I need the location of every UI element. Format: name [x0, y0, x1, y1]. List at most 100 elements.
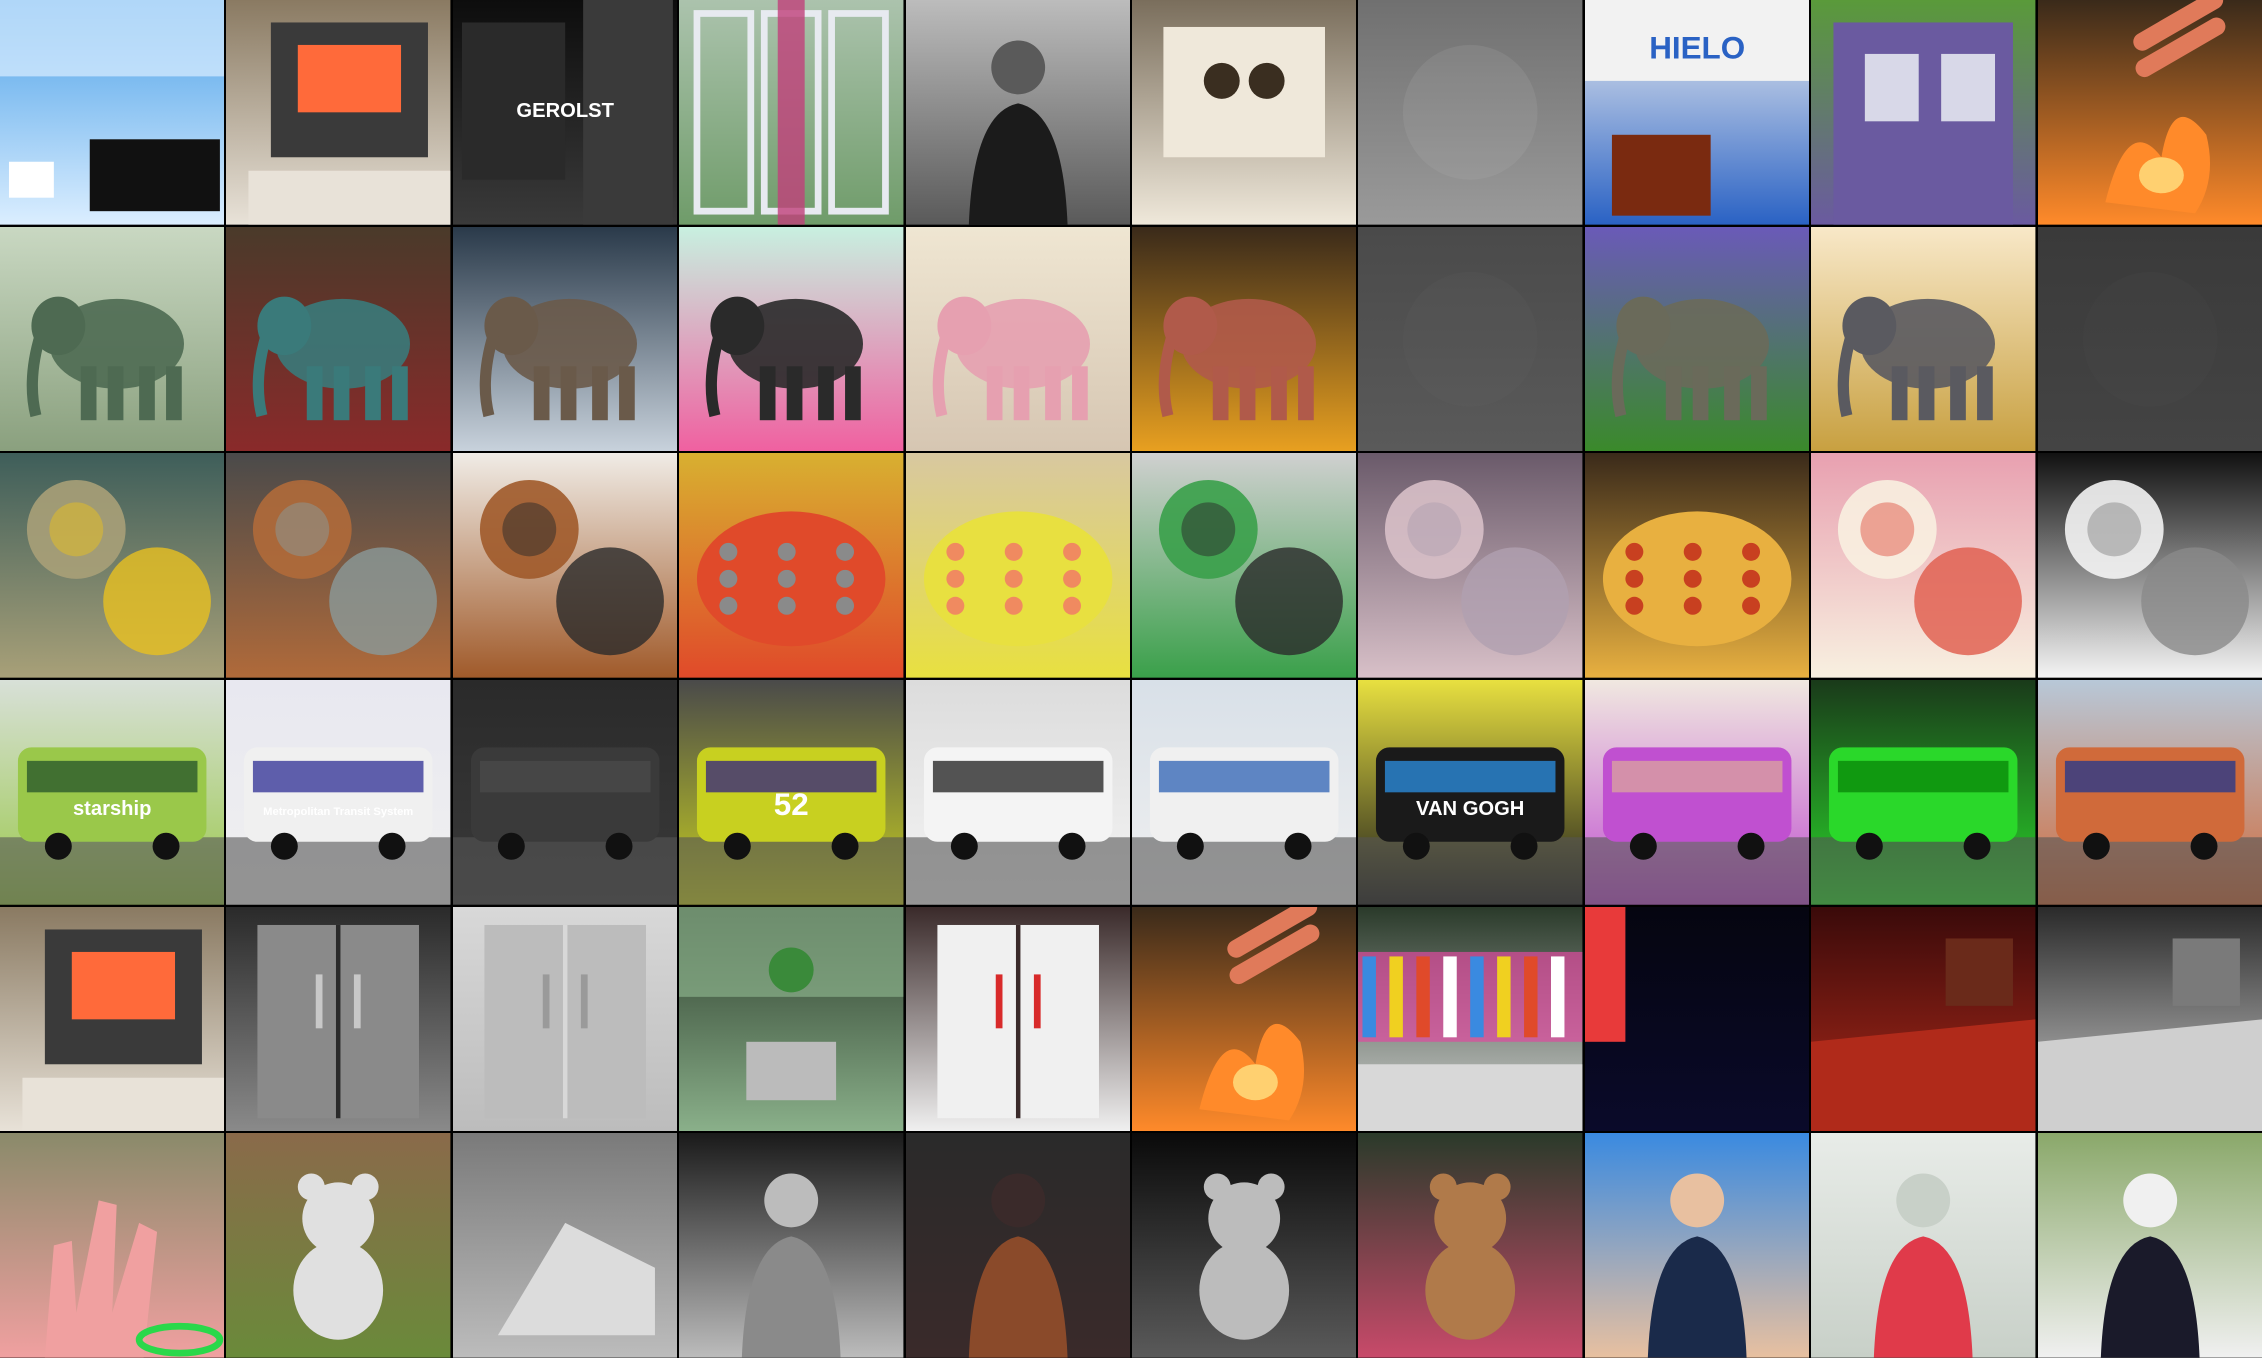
mosaic-tile: [1358, 0, 1583, 225]
mosaic-tile: [1811, 1133, 2036, 1358]
mosaic-tile: [1584, 906, 1810, 1132]
mosaic-tile: [1584, 226, 1810, 452]
mosaic-tile: [1584, 453, 1810, 678]
tile-image: [679, 0, 904, 225]
tile-image: [905, 906, 1130, 1132]
tile-image: [452, 906, 678, 1132]
mosaic-tile: [0, 453, 225, 678]
mosaic-tile: [1131, 226, 1357, 452]
mosaic-tile: [905, 680, 1130, 905]
tile-image: [1811, 1133, 2036, 1358]
tile-image: [905, 0, 1130, 225]
mosaic-tile: [905, 906, 1130, 1132]
mosaic-tile: [679, 0, 904, 225]
tile-image: [0, 0, 225, 225]
tile-image: [1358, 906, 1583, 1132]
tile-image: [226, 1133, 451, 1358]
mosaic-tile: [452, 680, 678, 905]
tile-image: [2037, 906, 2262, 1132]
mosaic-tile: [226, 0, 451, 225]
mosaic-tile: [1811, 906, 2036, 1132]
mosaic-tile: [1131, 453, 1357, 678]
mosaic-tile: [1811, 0, 2036, 225]
mosaic-tile: [452, 906, 678, 1132]
tile-image: GEROLST: [452, 0, 678, 225]
tile-image: [1358, 0, 1583, 225]
mosaic-tile: [2037, 0, 2262, 225]
tile-text: HIELO: [1649, 30, 1745, 65]
mosaic-tile: [679, 453, 904, 678]
mosaic-tile: [1811, 226, 2036, 452]
tile-image: [226, 453, 451, 678]
mosaic-tile: [905, 1133, 1130, 1358]
tile-image: [1584, 226, 1810, 452]
mosaic-tile: [905, 0, 1130, 225]
tile-image: [679, 453, 904, 678]
mosaic-tile: [0, 0, 225, 225]
tile-image: [2037, 0, 2262, 225]
mosaic-tile: [452, 226, 678, 452]
tile-image: [1584, 680, 1810, 905]
tile-image: [452, 226, 678, 452]
mosaic-tile: [905, 453, 1130, 678]
tile-text: Metropolitan Transit System: [264, 806, 414, 818]
tile-image: [1584, 453, 1810, 678]
mosaic-tile: starship: [0, 680, 225, 905]
mosaic-tile: [679, 1133, 904, 1358]
tile-image: [1131, 680, 1357, 905]
mosaic-tile: [452, 453, 678, 678]
tile-text: VAN GOGH: [1416, 798, 1524, 820]
tile-image: [2037, 226, 2262, 452]
mosaic-tile: [1358, 226, 1583, 452]
tile-image: [0, 906, 225, 1132]
tile-image: 52: [679, 680, 904, 905]
mosaic-tile: [226, 1133, 451, 1358]
tile-image: [905, 1133, 1130, 1358]
tile-image: [0, 1133, 225, 1358]
mosaic-tile: [1358, 453, 1583, 678]
mosaic-tile: [226, 453, 451, 678]
tile-image: HIELO: [1584, 0, 1810, 225]
mosaic-tile: [1584, 680, 1810, 905]
mosaic-tile: [0, 226, 225, 452]
mosaic-tile: [226, 906, 451, 1132]
tile-image: [1811, 906, 2036, 1132]
tile-image: [679, 1133, 904, 1358]
mosaic-tile: [2037, 906, 2262, 1132]
mosaic-tile: [2037, 226, 2262, 452]
tile-image: [1131, 906, 1357, 1132]
mosaic-tile: [2037, 1133, 2262, 1358]
mosaic-tile: [2037, 680, 2262, 905]
tile-image: [226, 0, 451, 225]
tile-image: [0, 226, 225, 452]
tile-image: [905, 680, 1130, 905]
mosaic-tile: [452, 1133, 678, 1358]
image-mosaic-grid: GEROLST HIELO starship Metropolitan Transit…: [0, 0, 2262, 1358]
tile-image: [2037, 453, 2262, 678]
mosaic-tile: [1131, 1133, 1357, 1358]
tile-image: [1811, 226, 2036, 452]
tile-image: [1131, 453, 1357, 678]
tile-image: VAN GOGH: [1358, 680, 1583, 905]
mosaic-tile: [2037, 453, 2262, 678]
tile-image: [1131, 1133, 1357, 1358]
tile-image: [452, 680, 678, 905]
tile-image: [1358, 453, 1583, 678]
mosaic-tile: [1131, 680, 1357, 905]
tile-image: [2037, 680, 2262, 905]
mosaic-tile: [1811, 453, 2036, 678]
mosaic-tile: [905, 226, 1130, 452]
tile-image: [1131, 0, 1357, 225]
tile-image: [905, 453, 1130, 678]
mosaic-tile: [679, 226, 904, 452]
mosaic-tile: HIELO: [1584, 0, 1810, 225]
mosaic-tile: [679, 906, 904, 1132]
mosaic-tile: Metropolitan Transit System: [226, 680, 451, 905]
tile-image: [679, 226, 904, 452]
tile-text: 52: [774, 787, 809, 822]
mosaic-tile: 52: [679, 680, 904, 905]
mosaic-tile: [1811, 680, 2036, 905]
tile-image: [1811, 453, 2036, 678]
tile-image: [226, 906, 451, 1132]
tile-image: Metropolitan Transit System: [226, 680, 451, 905]
